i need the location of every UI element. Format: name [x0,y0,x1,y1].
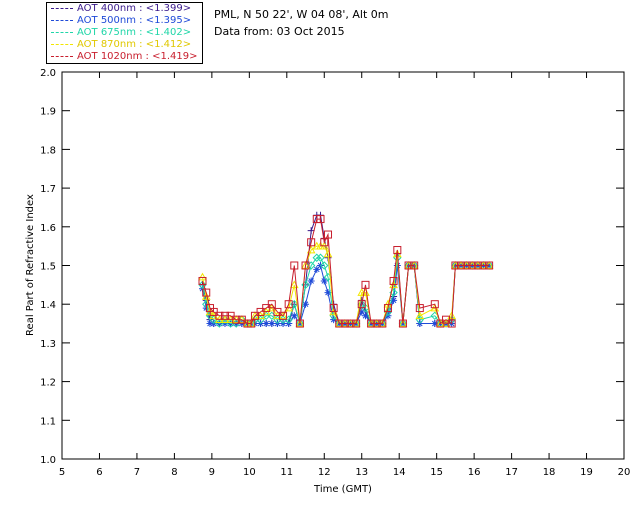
x-tick-label: 13 [355,467,368,478]
data-point [320,277,328,285]
x-tick-label: 8 [171,467,177,478]
series-line [202,218,490,325]
x-tick-label: 18 [543,467,556,478]
x-axis-label: Time (GMT) [313,484,372,495]
x-tick-label: 5 [59,467,65,478]
data-series [198,211,494,328]
x-tick-label: 16 [468,467,481,478]
y-tick-label: 1.0 [40,455,56,466]
series-line [202,264,490,325]
x-tick-label: 20 [618,467,631,478]
y-axis-label: Real Part of Refractive Index [25,194,36,336]
chart: 5 6 7 8 9 10 11 12 13 14 15 16 17 18 19 20 1.0 1.1 1.2 1.3 1… [25,68,630,495]
x-tick-label: 7 [134,467,140,478]
x-tick-label: 17 [505,467,518,478]
x-tick-label: 14 [393,467,406,478]
y-tick-label: 1.8 [40,145,56,156]
series-aot-1020nm [198,215,494,328]
series-line [202,245,490,324]
plot-area [61,71,625,460]
series-aot-400nm [199,211,493,328]
y-tick-label: 1.4 [40,300,56,311]
y-tick-label: 1.6 [40,223,56,234]
data-point [307,277,315,285]
x-tick-label: 9 [209,467,215,478]
series-line [202,257,490,325]
y-tick-label: 1.7 [40,184,56,195]
y-tick-label: 2.0 [40,68,56,79]
y-tick-label: 1.9 [40,107,56,118]
x-tick-label: 10 [243,467,256,478]
x-tick-label: 11 [280,467,293,478]
x-tick-label: 12 [318,467,331,478]
x-tick-label: 6 [96,467,102,478]
y-tick-label: 1.3 [40,339,56,350]
x-tick-label: 15 [430,467,443,478]
series-aot-870nm [198,241,494,327]
y-tick-label: 1.1 [40,416,56,427]
x-tick-label: 19 [580,467,593,478]
y-tick-label: 1.2 [40,378,56,389]
y-tick-label: 1.5 [40,262,56,273]
axis-ticks: 5 6 7 8 9 10 11 12 13 14 15 16 17 18 19 20 1.0 1.1 1.2 1.3 1… [40,68,630,478]
series-line [202,214,490,324]
